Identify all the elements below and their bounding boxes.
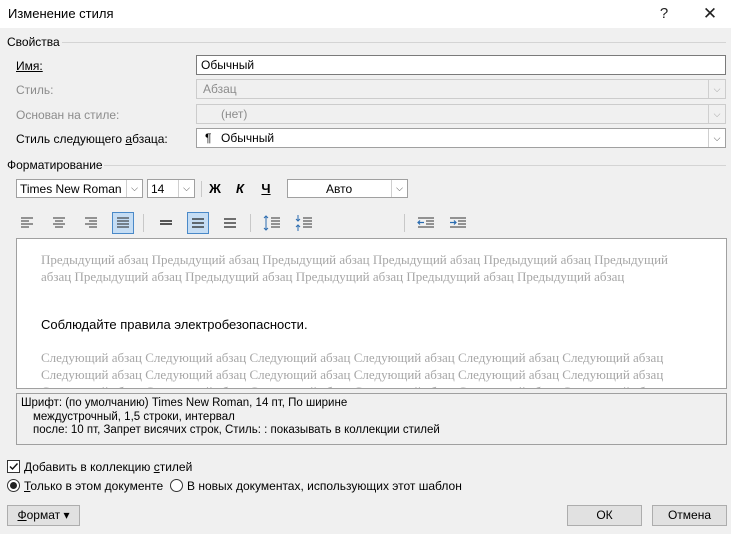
properties-section-label: Свойства: [7, 35, 60, 49]
toolbar-separator: [201, 181, 202, 197]
spacing-increase-icon: [263, 215, 280, 231]
description-line: после: 10 пт, Запрет висячих строк, Стил…: [33, 424, 440, 436]
chevron-down-icon: ⌵: [708, 80, 725, 98]
align-right-icon: [85, 217, 97, 228]
decrease-indent-button[interactable]: [415, 212, 437, 234]
font-name-value: Times New Roman: [20, 182, 122, 196]
increase-indent-button[interactable]: [447, 212, 469, 234]
double-spacing-icon: [224, 218, 236, 228]
sample-paragraph-text: Соблюдайте правила электробезопасности.: [41, 317, 308, 332]
font-color-value: Авто: [326, 182, 353, 196]
title-bar: Изменение стиля ? ✕: [0, 0, 731, 28]
underline-button[interactable]: Ч: [256, 179, 276, 198]
align-justify-button[interactable]: [112, 212, 134, 234]
dropdown-arrow-icon: ▾: [63, 508, 70, 522]
chevron-down-icon: ⌵: [391, 180, 407, 197]
formatting-section-label: Форматирование: [7, 158, 103, 172]
align-right-button[interactable]: [80, 212, 102, 234]
single-spacing-icon: [160, 220, 172, 225]
increase-indent-icon: [450, 217, 466, 228]
spacing-decrease-icon: [295, 215, 312, 231]
chevron-down-icon: ⌵: [708, 105, 725, 123]
next-style-value: Обычный: [221, 131, 275, 145]
one-and-half-spacing-icon: [192, 218, 204, 228]
font-name-select[interactable]: Times New Roman ⌵: [16, 179, 143, 198]
toolbar-separator: [250, 214, 251, 232]
next-style-select[interactable]: ¶ Обычный ⌵: [196, 128, 726, 148]
based-on-select[interactable]: (нет) ⌵: [196, 104, 726, 124]
radio-selected-dot: [10, 482, 17, 489]
next-style-label: Стиль следующего абзаца:: [16, 132, 168, 146]
font-size-select[interactable]: 14 ⌵: [147, 179, 195, 198]
pilcrow-icon: ¶: [205, 131, 212, 145]
toolbar-separator: [143, 214, 144, 232]
formatting-divider: [104, 165, 726, 166]
properties-divider: [62, 42, 726, 43]
close-button[interactable]: ✕: [698, 3, 722, 25]
dialog-title: Изменение стиля: [8, 6, 114, 21]
decrease-spacing-button[interactable]: [293, 212, 315, 234]
toolbar-separator: [404, 214, 405, 232]
name-label: Имя:: [16, 59, 43, 73]
based-on-label: Основан на стиле:: [16, 108, 120, 122]
new-documents-label: В новых документах, использующих этот ша…: [187, 479, 462, 493]
chevron-down-icon: ⌵: [126, 180, 142, 197]
new-documents-radio[interactable]: [170, 479, 183, 492]
style-type-value: Абзац: [203, 82, 237, 96]
font-color-select[interactable]: Авто ⌵: [287, 179, 408, 198]
align-justify-icon: [117, 217, 129, 228]
align-center-button[interactable]: [48, 212, 70, 234]
align-left-button[interactable]: [16, 212, 38, 234]
add-to-gallery-checkbox[interactable]: [7, 460, 20, 473]
align-left-icon: [21, 217, 33, 228]
only-this-document-label: Только в этом документе: [24, 479, 164, 493]
double-spacing-button[interactable]: [219, 212, 241, 234]
add-to-gallery-label: Добавить в коллекцию стилей: [24, 460, 193, 474]
next-paragraph-text: Следующий абзац Следующий абзац Следующи…: [41, 350, 664, 388]
style-type-select[interactable]: Абзац ⌵: [196, 79, 726, 99]
font-size-value: 14: [151, 182, 165, 196]
chevron-down-icon: ⌵: [708, 129, 725, 147]
name-input[interactable]: Обычный: [196, 55, 726, 75]
decrease-indent-icon: [417, 217, 434, 228]
style-preview: Предыдущий абзац Предыдущий абзац Предыд…: [16, 238, 727, 389]
cancel-button[interactable]: Отмена: [652, 505, 727, 526]
style-description: Шрифт: (по умолчанию) Times New Roman, 1…: [16, 393, 727, 445]
description-line: междустрочный, 1,5 строки, интервал: [33, 410, 235, 423]
ok-button[interactable]: ОК: [567, 505, 642, 526]
description-line: Шрифт: (по умолчанию) Times New Roman, 1…: [21, 397, 348, 409]
single-spacing-button[interactable]: [155, 212, 177, 234]
only-this-document-radio[interactable]: [7, 479, 20, 492]
checkmark-icon: [9, 463, 19, 471]
help-button[interactable]: ?: [652, 3, 676, 25]
bold-button[interactable]: Ж: [205, 179, 225, 198]
based-on-value: (нет): [221, 107, 248, 121]
italic-button[interactable]: К: [230, 179, 250, 198]
format-menu-button[interactable]: Формат ▾: [7, 505, 80, 526]
one-and-half-spacing-button[interactable]: [187, 212, 209, 234]
align-center-icon: [53, 217, 65, 228]
chevron-down-icon: ⌵: [178, 180, 194, 197]
increase-spacing-button[interactable]: [261, 212, 283, 234]
previous-paragraph-text: Предыдущий абзац Предыдущий абзац Предыд…: [41, 252, 668, 284]
style-type-label: Стиль:: [16, 83, 54, 97]
